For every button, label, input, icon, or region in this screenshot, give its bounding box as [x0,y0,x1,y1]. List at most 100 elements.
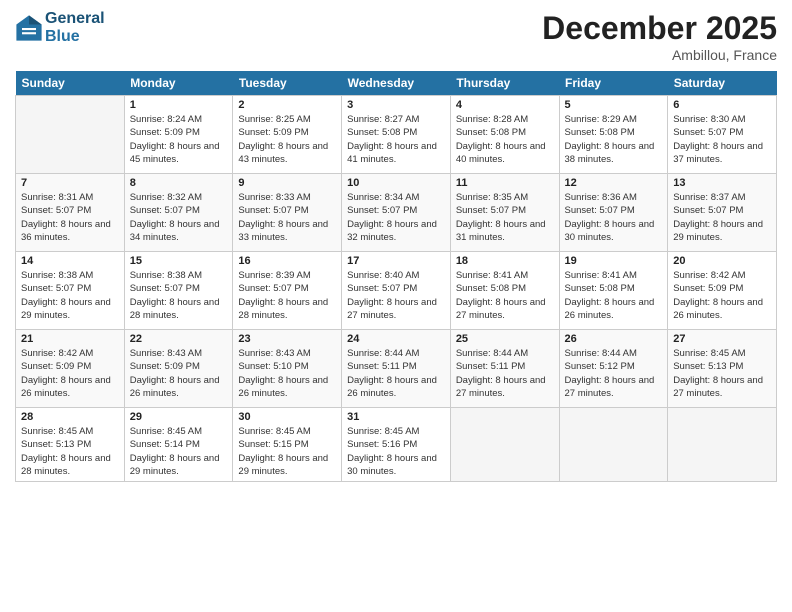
day-info: Sunrise: 8:30 AMSunset: 5:07 PMDaylight:… [673,113,771,166]
day-info: Sunrise: 8:38 AMSunset: 5:07 PMDaylight:… [21,269,119,322]
day-info: Sunrise: 8:40 AMSunset: 5:07 PMDaylight:… [347,269,445,322]
table-row: 17 Sunrise: 8:40 AMSunset: 5:07 PMDayligh… [342,252,451,330]
table-row: 9 Sunrise: 8:33 AMSunset: 5:07 PMDaylight… [233,174,342,252]
table-row: 4Sunrise: 8:28 AMSunset: 5:08 PMDaylight… [450,96,559,174]
day-number: 6 [673,99,771,111]
day-info: Sunrise: 8:42 AMSunset: 5:09 PMDaylight:… [21,347,119,400]
table-row: 23 Sunrise: 8:43 AMSunset: 5:10 PMDayligh… [233,330,342,408]
day-number: 23 [238,333,336,345]
table-row: 21 Sunrise: 8:42 AMSunset: 5:09 PMDayligh… [16,330,125,408]
table-row: 22 Sunrise: 8:43 AMSunset: 5:09 PMDayligh… [124,330,233,408]
col-saturday: Saturday [668,71,777,96]
calendar-table: Sunday Monday Tuesday Wednesday Thursday… [15,71,777,482]
col-friday: Friday [559,71,668,96]
table-row: 27 Sunrise: 8:45 AMSunset: 5:13 PMDayligh… [668,330,777,408]
day-number: 10 [347,177,445,189]
day-number: 16 [238,255,336,267]
day-number: 30 [238,411,336,423]
table-row: 24Sunrise: 8:44 AMSunset: 5:11 PMDayligh… [342,330,451,408]
table-row: 8 Sunrise: 8:32 AMSunset: 5:07 PMDaylight… [124,174,233,252]
day-number: 27 [673,333,771,345]
day-number: 26 [565,333,663,345]
day-number: 29 [130,411,228,423]
day-info: Sunrise: 8:36 AMSunset: 5:07 PMDaylight:… [565,191,663,244]
day-info: Sunrise: 8:41 AMSunset: 5:08 PMDaylight:… [565,269,663,322]
day-info: Sunrise: 8:32 AMSunset: 5:07 PMDaylight:… [130,191,228,244]
col-sunday: Sunday [16,71,125,96]
table-row: 18 Sunrise: 8:41 AMSunset: 5:08 PMDayligh… [450,252,559,330]
day-number: 5 [565,99,663,111]
day-info: Sunrise: 8:45 AMSunset: 5:13 PMDaylight:… [673,347,771,400]
table-row [450,408,559,482]
table-row: 6 Sunrise: 8:30 AMSunset: 5:07 PMDaylight… [668,96,777,174]
day-info: Sunrise: 8:44 AMSunset: 5:11 PMDaylight:… [456,347,554,400]
day-number: 28 [21,411,119,423]
day-info: Sunrise: 8:29 AMSunset: 5:08 PMDaylight:… [565,113,663,166]
day-info: Sunrise: 8:35 AMSunset: 5:07 PMDaylight:… [456,191,554,244]
page-container: General Blue December 2025 Ambillou, Fra… [0,0,792,612]
day-number: 8 [130,177,228,189]
day-number: 1 [130,99,228,111]
day-info: Sunrise: 8:45 AMSunset: 5:13 PMDaylight:… [21,425,119,478]
day-number: 19 [565,255,663,267]
day-info: Sunrise: 8:31 AMSunset: 5:07 PMDaylight:… [21,191,119,244]
day-info: Sunrise: 8:33 AMSunset: 5:07 PMDaylight:… [238,191,336,244]
table-row: 10Sunrise: 8:34 AMSunset: 5:07 PMDayligh… [342,174,451,252]
day-info: Sunrise: 8:24 AMSunset: 5:09 PMDaylight:… [130,113,228,166]
day-number: 3 [347,99,445,111]
day-info: Sunrise: 8:44 AMSunset: 5:11 PMDaylight:… [347,347,445,400]
logo: General Blue [15,10,105,45]
table-row: 2Sunrise: 8:25 AMSunset: 5:09 PMDaylight… [233,96,342,174]
day-number: 21 [21,333,119,345]
table-row: 26 Sunrise: 8:44 AMSunset: 5:12 PMDayligh… [559,330,668,408]
subtitle: Ambillou, France [542,47,777,63]
col-wednesday: Wednesday [342,71,451,96]
day-number: 20 [673,255,771,267]
day-number: 22 [130,333,228,345]
table-row: 12 Sunrise: 8:36 AMSunset: 5:07 PMDayligh… [559,174,668,252]
day-info: Sunrise: 8:42 AMSunset: 5:09 PMDaylight:… [673,269,771,322]
table-row: 16 Sunrise: 8:39 AMSunset: 5:07 PMDayligh… [233,252,342,330]
table-row: 5 Sunrise: 8:29 AMSunset: 5:08 PMDaylight… [559,96,668,174]
title-section: December 2025 Ambillou, France [542,10,777,63]
day-info: Sunrise: 8:39 AMSunset: 5:07 PMDaylight:… [238,269,336,322]
table-row: 15 Sunrise: 8:38 AMSunset: 5:07 PMDayligh… [124,252,233,330]
day-info: Sunrise: 8:37 AMSunset: 5:07 PMDaylight:… [673,191,771,244]
table-row: 3 Sunrise: 8:27 AMSunset: 5:08 PMDaylight… [342,96,451,174]
col-tuesday: Tuesday [233,71,342,96]
day-info: Sunrise: 8:43 AMSunset: 5:10 PMDaylight:… [238,347,336,400]
month-title: December 2025 [542,10,777,47]
day-info: Sunrise: 8:41 AMSunset: 5:08 PMDaylight:… [456,269,554,322]
table-row: 31Sunrise: 8:45 AMSunset: 5:16 PMDayligh… [342,408,451,482]
day-number: 4 [456,99,554,111]
day-info: Sunrise: 8:44 AMSunset: 5:12 PMDaylight:… [565,347,663,400]
logo-icon [15,14,43,42]
table-row: 7 Sunrise: 8:31 AMSunset: 5:07 PMDaylight… [16,174,125,252]
table-row: 25Sunrise: 8:44 AMSunset: 5:11 PMDayligh… [450,330,559,408]
table-row: 28 Sunrise: 8:45 AMSunset: 5:13 PMDayligh… [16,408,125,482]
day-number: 15 [130,255,228,267]
table-row: 30 Sunrise: 8:45 AMSunset: 5:15 PMDayligh… [233,408,342,482]
day-info: Sunrise: 8:43 AMSunset: 5:09 PMDaylight:… [130,347,228,400]
day-info: Sunrise: 8:38 AMSunset: 5:07 PMDaylight:… [130,269,228,322]
day-number: 9 [238,177,336,189]
day-number: 31 [347,411,445,423]
table-row [668,408,777,482]
col-monday: Monday [124,71,233,96]
table-row [559,408,668,482]
day-info: Sunrise: 8:25 AMSunset: 5:09 PMDaylight:… [238,113,336,166]
col-thursday: Thursday [450,71,559,96]
table-row: 11Sunrise: 8:35 AMSunset: 5:07 PMDayligh… [450,174,559,252]
day-number: 12 [565,177,663,189]
table-row: 1 Sunrise: 8:24 AMSunset: 5:09 PMDaylight… [124,96,233,174]
day-number: 13 [673,177,771,189]
day-number: 7 [21,177,119,189]
table-row [16,96,125,174]
header: General Blue December 2025 Ambillou, Fra… [15,10,777,63]
day-number: 18 [456,255,554,267]
day-info: Sunrise: 8:27 AMSunset: 5:08 PMDaylight:… [347,113,445,166]
day-number: 17 [347,255,445,267]
table-row: 29Sunrise: 8:45 AMSunset: 5:14 PMDayligh… [124,408,233,482]
day-info: Sunrise: 8:45 AMSunset: 5:15 PMDaylight:… [238,425,336,478]
table-row: 19 Sunrise: 8:41 AMSunset: 5:08 PMDayligh… [559,252,668,330]
